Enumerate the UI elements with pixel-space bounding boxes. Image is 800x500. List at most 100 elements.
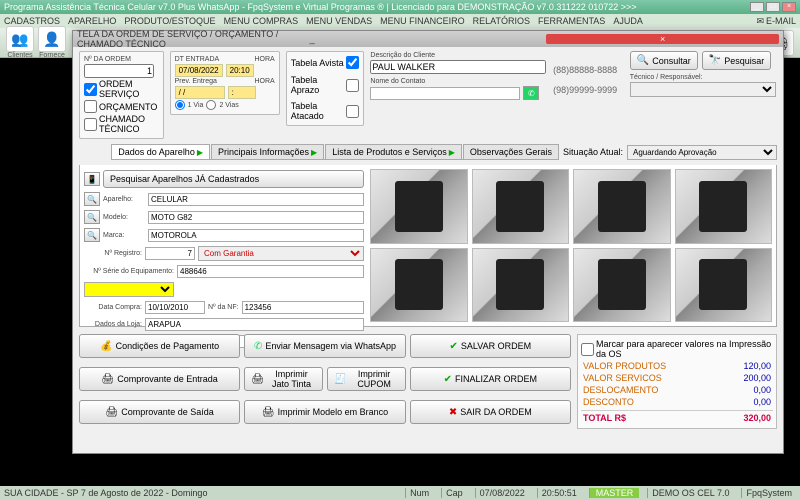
clientes-icon[interactable]: 👥 (6, 26, 34, 52)
device-icon[interactable]: 📱 (84, 172, 100, 186)
values-panel: Marcar para aparecer valores na Impressã… (577, 334, 777, 429)
radio-1via[interactable] (175, 100, 185, 110)
photo-grid (370, 169, 772, 322)
close-button[interactable]: × (782, 2, 796, 12)
comp-saida-button[interactable]: 🖨Comprovante de Saída (79, 400, 240, 424)
arrow-icon: ▶ (311, 148, 317, 157)
chk-aprazo[interactable] (346, 79, 359, 92)
lookup-icon[interactable]: 🔍 (84, 228, 100, 242)
dialog-min-icon[interactable]: _ (310, 34, 543, 44)
garantia-select[interactable]: Com Garantia (198, 246, 364, 261)
dtentrada-label: DT ENTRADA (175, 56, 220, 63)
aparelho-label: Aparelho: (103, 196, 145, 203)
desloc-label: DESLOCAMENTO (583, 385, 658, 395)
preventrega-input[interactable]: / / (175, 86, 225, 99)
desloc-value: 0,00 (753, 385, 771, 395)
device-photo[interactable] (370, 169, 468, 244)
menu-ajuda[interactable]: AJUDA (613, 16, 643, 26)
fornece-icon[interactable]: 👤 (38, 26, 66, 52)
order-number-input[interactable] (84, 64, 154, 78)
arrow-icon: ▶ (449, 148, 455, 157)
device-photo[interactable] (573, 248, 671, 323)
status-cap: Cap (441, 488, 467, 498)
chk-os[interactable] (84, 83, 97, 96)
maximize-button[interactable]: □ (766, 2, 780, 12)
nreg-label: Nº Registro: (84, 250, 142, 257)
contato-label: Nome do Contato (370, 78, 425, 85)
modelo-branco-button[interactable]: 🖨Imprimir Modelo em Branco (244, 400, 405, 424)
device-photo[interactable] (472, 169, 570, 244)
situacao-label: Situação Atual: (563, 147, 623, 157)
tab-principais[interactable]: Principais Informações▶ (211, 144, 324, 159)
chk-orcamento[interactable] (84, 100, 97, 113)
menu-compras[interactable]: MENU COMPRAS (224, 16, 299, 26)
aparelho-input[interactable] (148, 193, 364, 206)
print-icon: 🖨 (251, 374, 264, 385)
tecnico-select[interactable] (630, 82, 776, 97)
whatsapp-button[interactable]: ✆Enviar Mensagem via WhatsApp (244, 334, 405, 358)
modelo-label: Modelo: (103, 214, 145, 221)
situacao-select[interactable]: Aguardando Aprovação (627, 145, 777, 160)
menu-financeiro[interactable]: MENU FINANCEIRO (380, 16, 465, 26)
email-button[interactable]: ✉ E-MAIL (756, 16, 796, 27)
menu-vendas[interactable]: MENU VENDAS (306, 16, 372, 26)
tab-dados-aparelho[interactable]: Dados do Aparelho▶ (111, 144, 210, 159)
desc-cliente-input[interactable] (370, 60, 546, 74)
print-icon: 🖨 (102, 374, 115, 385)
device-photo[interactable] (675, 169, 773, 244)
search-icon: 🔍 (637, 55, 649, 66)
desconto-label: DESCONTO (583, 397, 634, 407)
chk-atacado[interactable] (346, 105, 359, 118)
sair-button[interactable]: ✖SAIR DA ORDEM (410, 400, 571, 424)
lookup-icon[interactable]: 🔍 (84, 210, 100, 224)
dialog-close-button[interactable]: × (546, 34, 779, 44)
pesquisar-aparelhos-button[interactable]: Pesquisar Aparelhos JÁ Cadastrados (103, 170, 364, 188)
nreg-input[interactable] (145, 247, 195, 260)
dtcompra-input[interactable] (145, 301, 205, 314)
comp-entrada-button[interactable]: 🖨Comprovante de Entrada (79, 367, 240, 391)
cond-pagamento-button[interactable]: 💰Condições de Pagamento (79, 334, 240, 358)
clientes-label: Clientes (7, 52, 32, 59)
modelo-input[interactable] (148, 211, 364, 224)
device-photo[interactable] (675, 248, 773, 323)
menu-aparelho[interactable]: APARELHO (68, 16, 116, 26)
binoculars-icon: 🔭 (709, 55, 721, 66)
pesquisar-button[interactable]: 🔭Pesquisar (702, 51, 771, 70)
contato-input[interactable] (370, 87, 520, 100)
nnf-input[interactable] (242, 301, 364, 314)
device-photo[interactable] (472, 248, 570, 323)
dtentrada-input[interactable]: 07/08/2022 (175, 64, 223, 77)
chk-marcar-impressao[interactable] (581, 343, 594, 356)
nserie-input[interactable] (177, 265, 364, 278)
chk-chamado[interactable] (84, 118, 97, 131)
marca-input[interactable] (148, 229, 364, 242)
device-photo[interactable] (370, 248, 468, 323)
vprodutos-label: VALOR PRODUTOS (583, 361, 666, 371)
print-icon: 🖨 (106, 407, 119, 418)
jato-button[interactable]: 🖨Imprimir Jato Tinta (244, 367, 323, 391)
menu-relatorios[interactable]: RELATÓRIOS (473, 16, 530, 26)
chk-avista[interactable] (346, 56, 359, 69)
minimize-button[interactable]: _ (750, 2, 764, 12)
desc-cliente-label: Descrição do Cliente (370, 52, 435, 59)
order-dialog: TELA DA ORDEM DE SERVIÇO / ORÇAMENTO / C… (72, 30, 784, 454)
fornece-label: Fornece (39, 52, 65, 59)
lookup-icon[interactable]: 🔍 (84, 192, 100, 206)
nserie-label: Nº Série do Equipamento: (84, 268, 174, 275)
dialog-titlebar[interactable]: TELA DA ORDEM DE SERVIÇO / ORÇAMENTO / C… (73, 31, 783, 47)
dadosloja-input[interactable] (145, 318, 364, 331)
tab-produtos[interactable]: Lista de Produtos e Serviços▶ (325, 144, 462, 159)
salvar-button[interactable]: ✔SALVAR ORDEM (410, 334, 571, 358)
menu-cadastros[interactable]: CADASTROS (4, 16, 60, 26)
tab-observacoes[interactable]: Observações Gerais (463, 144, 559, 159)
menu-produto[interactable]: PRODUTO/ESTOQUE (124, 16, 215, 26)
menu-ferramentas[interactable]: FERRAMENTAS (538, 16, 605, 26)
cupom-button[interactable]: 🧾Imprimir CUPOM (327, 367, 406, 391)
radio-2vias[interactable] (206, 100, 216, 110)
finalizar-button[interactable]: ✔FINALIZAR ORDEM (410, 367, 571, 391)
hora-input[interactable]: 20:10 (226, 64, 254, 77)
device-photo[interactable] (573, 169, 671, 244)
consultar-button[interactable]: 🔍Consultar (630, 51, 698, 70)
whatsapp-icon[interactable]: ✆ (523, 86, 539, 100)
color-select[interactable] (84, 282, 174, 297)
